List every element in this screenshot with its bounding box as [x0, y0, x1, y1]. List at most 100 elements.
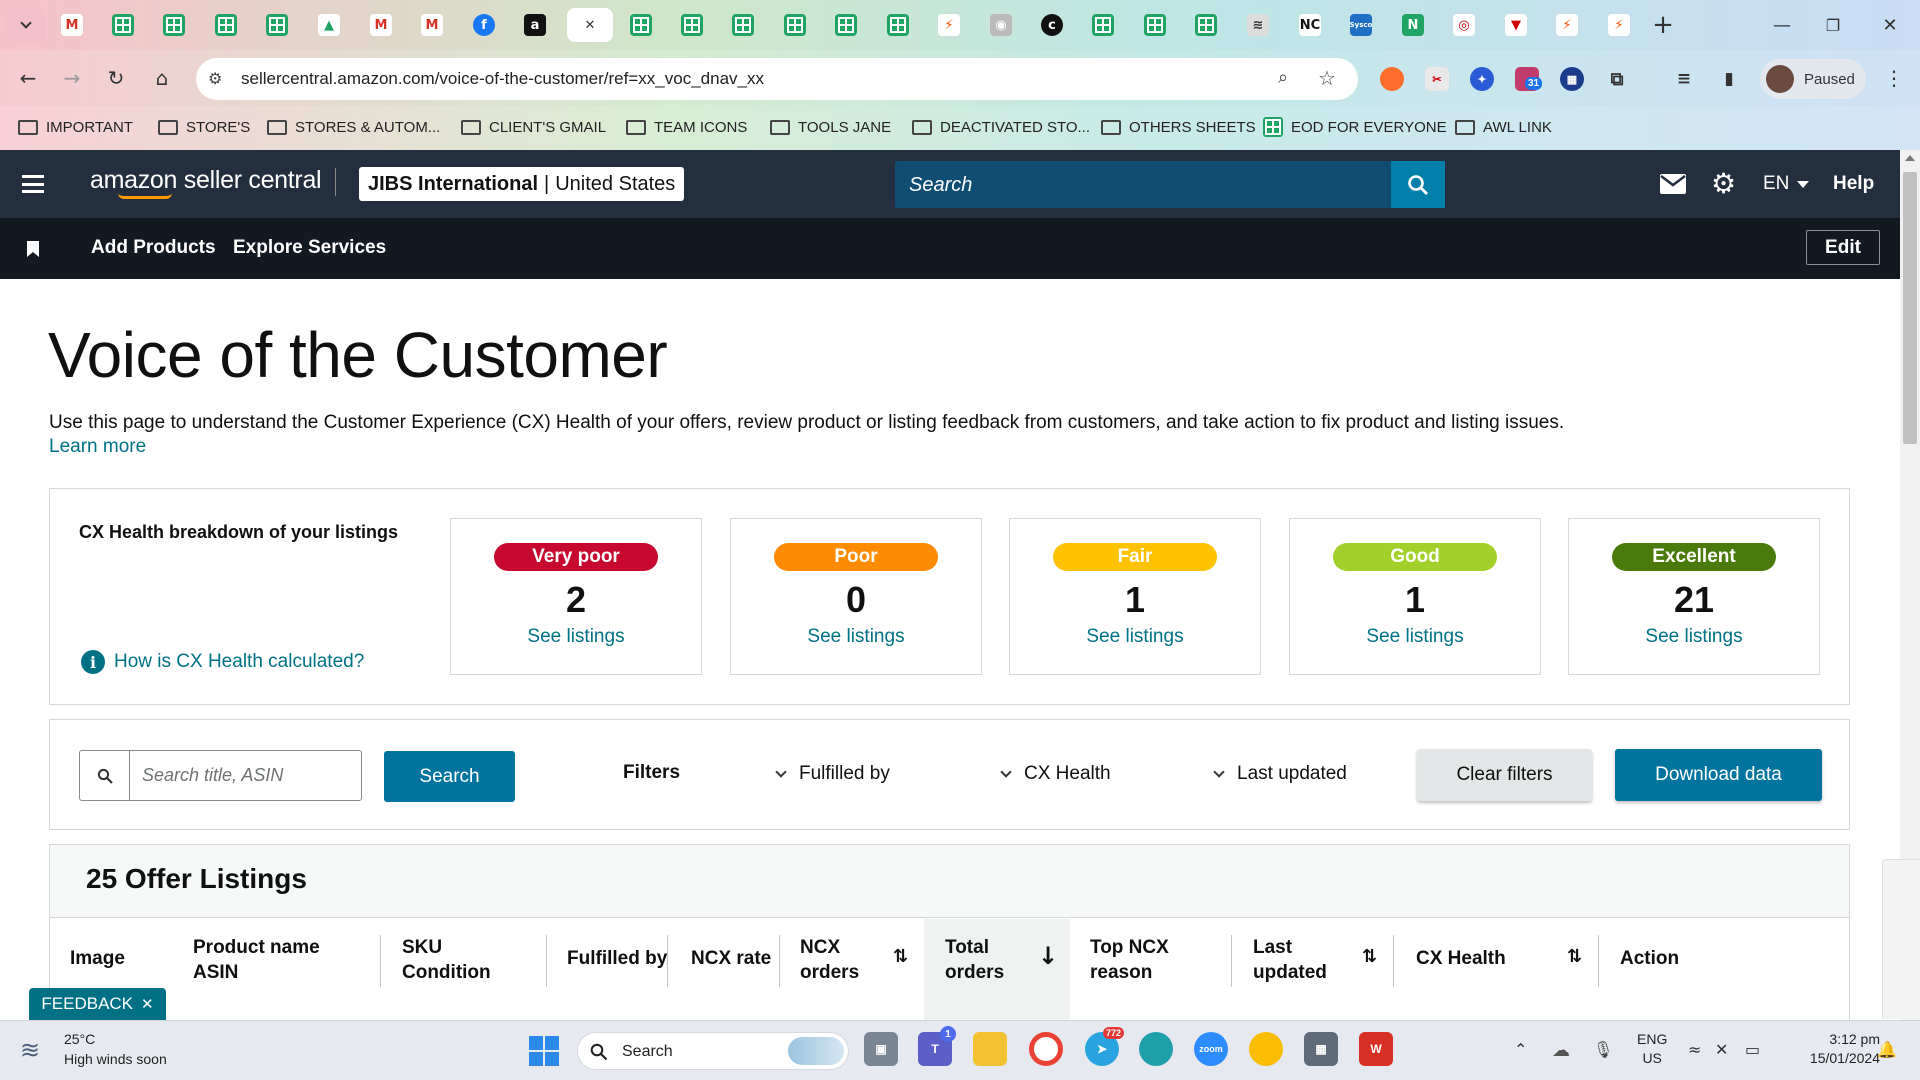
browser-tab[interactable]: ▼: [1496, 8, 1536, 42]
see-listings-link[interactable]: See listings: [1010, 626, 1260, 648]
mail-icon[interactable]: [1660, 174, 1686, 194]
calculator-icon[interactable]: ▦: [1304, 1032, 1338, 1066]
sort-icon[interactable]: ⇅: [1362, 944, 1377, 969]
cx-health-help-link[interactable]: How is CX Health calculated?: [114, 651, 364, 673]
weather-temp[interactable]: 25°C: [64, 1031, 95, 1047]
taskbar-search[interactable]: Search: [577, 1032, 849, 1070]
reload-icon[interactable]: ↻: [104, 66, 128, 90]
close-icon[interactable]: ✕: [579, 14, 601, 36]
forward-icon[interactable]: →: [60, 66, 84, 90]
extension-color-icon[interactable]: [1380, 67, 1404, 91]
header-search-input[interactable]: Search: [895, 161, 1391, 208]
zoom-icon[interactable]: ⌕: [1278, 67, 1288, 88]
browser-tab[interactable]: c: [1032, 8, 1072, 42]
bookmark-item[interactable]: DEACTIVATED STO...: [912, 116, 1090, 138]
browser-tab[interactable]: ⚡: [1547, 8, 1587, 42]
extension-scissors-icon[interactable]: ✂: [1425, 67, 1449, 91]
browser-tab[interactable]: [206, 8, 246, 42]
wind-weather-icon[interactable]: ≋: [20, 1036, 40, 1064]
scrollbar-thumb[interactable]: [1903, 172, 1917, 444]
minimize-button[interactable]: —: [1762, 10, 1802, 40]
browser-tab[interactable]: f: [464, 8, 504, 42]
restore-button[interactable]: ❐: [1813, 10, 1853, 40]
bookmark-item[interactable]: STORE'S: [158, 116, 250, 138]
browser-tab[interactable]: [1083, 8, 1123, 42]
bookmark-star-icon[interactable]: ☆: [1318, 66, 1336, 90]
last-updated-dropdown[interactable]: Last updated: [1213, 763, 1347, 785]
edge-icon[interactable]: [1139, 1032, 1173, 1066]
sort-icon[interactable]: ⇅: [1567, 944, 1582, 969]
onedrive-icon[interactable]: ☁: [1552, 1040, 1570, 1061]
browser-tab[interactable]: ▲: [309, 8, 349, 42]
learn-more-link[interactable]: Learn more: [49, 436, 146, 458]
browser-tab[interactable]: a: [515, 8, 555, 42]
nav-explore-services[interactable]: Explore Services: [233, 237, 386, 259]
bookmark-item[interactable]: CLIENT'S GMAIL: [461, 116, 606, 138]
input-language[interactable]: ENG US: [1637, 1030, 1667, 1068]
browser-tab[interactable]: M: [361, 8, 401, 42]
edit-nav-button[interactable]: Edit: [1806, 230, 1880, 265]
hamburger-menu-icon[interactable]: [22, 175, 44, 193]
file-explorer-icon[interactable]: [973, 1032, 1007, 1066]
store-selector[interactable]: JIBS International | United States: [359, 167, 685, 201]
browser-tab[interactable]: [775, 8, 815, 42]
column-header[interactable]: Total orders: [945, 935, 1004, 985]
extension-grid-icon[interactable]: ▦: [1560, 67, 1584, 91]
browser-tab[interactable]: [672, 8, 712, 42]
clear-filters-button[interactable]: Clear filters: [1417, 749, 1592, 801]
bookmark-item[interactable]: AWL LINK: [1455, 116, 1552, 138]
scroll-up-icon[interactable]: [1905, 155, 1915, 161]
chrome-canary-icon[interactable]: [1249, 1032, 1283, 1066]
language-selector[interactable]: EN: [1763, 173, 1810, 195]
browser-tab[interactable]: [723, 8, 763, 42]
listing-search-input[interactable]: Search title, ASIN: [129, 750, 362, 801]
browser-tab[interactable]: ⚡: [1599, 8, 1639, 42]
cx-health-help[interactable]: i How is CX Health calculated?: [81, 650, 364, 674]
bookmark-item[interactable]: TOOLS JANE: [770, 116, 891, 138]
browser-tab[interactable]: ◎: [1444, 8, 1484, 42]
browser-tab[interactable]: ⚡: [929, 8, 969, 42]
clock[interactable]: 3:12 pm 15/01/2024: [1780, 1030, 1880, 1068]
telegram-icon[interactable]: ➤ 772: [1085, 1027, 1125, 1066]
url-text[interactable]: sellercentral.amazon.com/voice-of-the-cu…: [241, 69, 764, 89]
help-link[interactable]: Help: [1833, 173, 1874, 195]
see-listings-link[interactable]: See listings: [451, 626, 701, 648]
bookmark-item[interactable]: IMPORTANT: [18, 116, 133, 138]
close-icon[interactable]: ✕: [141, 995, 154, 1013]
extensions-puzzle-icon[interactable]: ⧉: [1605, 67, 1629, 91]
column-header[interactable]: NCX orders: [800, 935, 859, 985]
column-header[interactable]: Last updated: [1253, 935, 1327, 985]
notification-bell-icon[interactable]: 🔔: [1877, 1040, 1897, 1059]
browser-tab[interactable]: Sysco: [1341, 8, 1381, 42]
column-header[interactable]: CX Health: [1416, 946, 1506, 971]
header-search-button[interactable]: [1391, 161, 1445, 208]
browser-tab[interactable]: [826, 8, 866, 42]
see-listings-link[interactable]: See listings: [731, 626, 981, 648]
browser-tab[interactable]: [154, 8, 194, 42]
zoom-icon[interactable]: zoom: [1194, 1032, 1228, 1066]
nav-add-products[interactable]: Add Products: [91, 237, 216, 259]
side-widget[interactable]: [1882, 859, 1920, 1019]
fulfilled-by-dropdown[interactable]: Fulfilled by: [775, 763, 890, 785]
battery-icon[interactable]: ▭: [1745, 1040, 1760, 1059]
feedback-tab[interactable]: FEEDBACK ✕: [29, 988, 166, 1020]
see-listings-link[interactable]: See listings: [1569, 626, 1819, 648]
show-hidden-icons[interactable]: ⌃: [1514, 1040, 1527, 1059]
browser-tab[interactable]: [1135, 8, 1175, 42]
search-button[interactable]: Search: [384, 751, 515, 802]
settings-gear-icon[interactable]: ⚙: [1711, 167, 1736, 200]
task-view-icon[interactable]: ▣: [864, 1032, 898, 1066]
browser-tab[interactable]: [103, 8, 143, 42]
chrome-icon[interactable]: [1029, 1032, 1063, 1066]
close-window-button[interactable]: ✕: [1870, 10, 1910, 40]
browser-tab[interactable]: ✕: [567, 8, 613, 42]
weather-text[interactable]: High winds soon: [64, 1051, 167, 1067]
address-bar[interactable]: ⚙ sellercentral.amazon.com/voice-of-the-…: [196, 58, 1358, 100]
browser-tab[interactable]: N: [1393, 8, 1433, 42]
browser-tab[interactable]: M: [52, 8, 92, 42]
wps-office-icon[interactable]: W: [1359, 1032, 1393, 1066]
bookmark-item[interactable]: TEAM ICONS: [626, 116, 747, 138]
wifi-icon[interactable]: ≈: [1688, 1040, 1701, 1059]
download-data-button[interactable]: Download data: [1615, 749, 1822, 801]
profile-button[interactable]: Paused: [1760, 59, 1866, 99]
